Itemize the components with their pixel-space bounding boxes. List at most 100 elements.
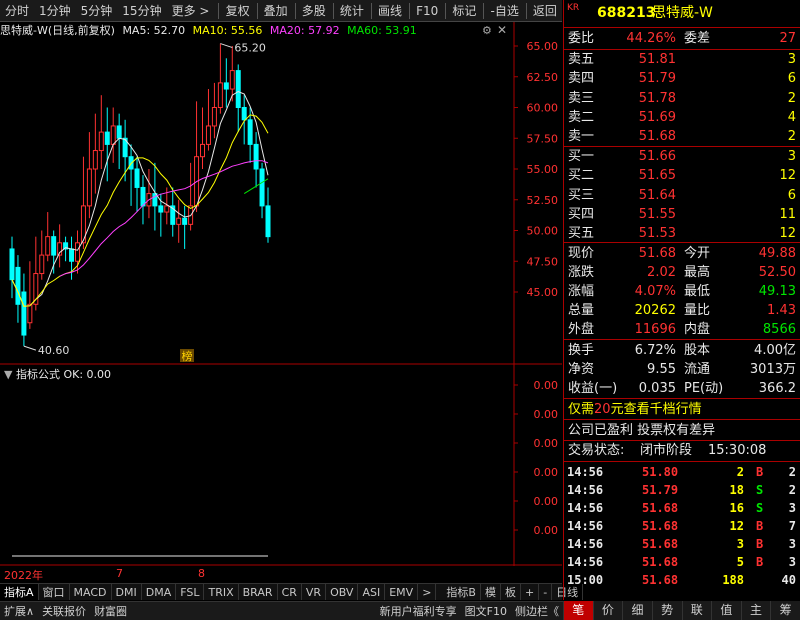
ask-row[interactable]: 卖五 51.81 3 [564,50,800,69]
candle-body[interactable] [98,131,104,152]
rtab-main[interactable]: 主 [740,601,771,620]
tab-window[interactable]: 窗口 [39,584,70,600]
candle-body[interactable] [253,143,259,170]
status-expand[interactable]: 扩展∧ [0,603,38,619]
toolbar-item-fuquan[interactable]: 复权 [221,0,255,22]
candle-body[interactable] [104,131,110,145]
candle-body[interactable] [229,70,235,90]
tab-dmi[interactable]: DMI [112,584,142,600]
rtab-linked[interactable]: 联 [681,601,712,620]
candle-body[interactable] [265,205,271,238]
tick-direction: S [756,483,764,497]
toolbar-item-more[interactable]: 更多 > [167,0,215,22]
candle-body[interactable] [241,107,247,121]
candle-body[interactable] [74,242,80,262]
candle-body[interactable] [158,205,164,213]
candle-body[interactable] [134,168,140,188]
candle-body[interactable] [211,107,217,127]
candle-body[interactable] [247,119,253,145]
fundamental-value: 366.2 [758,381,796,396]
toolbar-item-overlay[interactable]: 叠加 [259,0,293,22]
bid-label: 买五 [568,226,595,242]
status-f10[interactable]: 图文F10 [461,603,511,619]
rtab-trend[interactable]: 势 [651,601,682,620]
tab-vr[interactable]: VR [302,584,327,600]
tab-add[interactable]: + [521,584,540,600]
ask-row[interactable]: 卖三 51.78 2 [564,89,800,108]
candle-body[interactable] [116,125,122,139]
candle-body[interactable] [15,266,21,305]
tab-obv[interactable]: OBV [326,584,359,600]
toolbar-item-1min[interactable]: 1分钟 [34,0,76,22]
candle-body[interactable] [9,248,15,281]
ask-row[interactable]: 卖一 51.68 2 [564,127,800,146]
status-new-user-promo[interactable]: 新用户福利专享 [376,603,461,619]
promo-text[interactable]: 仅需20元查看千档行情 [568,400,702,419]
candle-body[interactable] [223,82,229,90]
tab-cr[interactable]: CR [278,584,302,600]
toolbar-item-multi[interactable]: 多股 [297,0,331,22]
toolbar-item-5min[interactable]: 5分钟 [76,0,118,22]
rtab-trades[interactable]: 笔 [563,601,593,620]
tab-remove[interactable]: - [539,584,553,600]
candle-body[interactable] [217,82,223,109]
bid-price: 51.64 [638,187,676,203]
bid-row[interactable]: 买一 51.66 3 [564,147,800,166]
candle-body[interactable] [140,186,146,207]
promo-row[interactable]: 仅需20元查看千档行情 [564,400,800,419]
candle-body[interactable] [92,150,98,170]
tab-brar[interactable]: BRAR [239,584,278,600]
status-wealth-circle[interactable]: 财富圈 [90,603,131,619]
rtab-chips[interactable]: 筹 [770,601,800,620]
candle-body[interactable] [110,125,116,145]
toolbar-item-f10[interactable]: F10 [411,0,443,22]
candle-body[interactable] [200,143,206,158]
toolbar-item-back[interactable]: 返回 [528,0,562,22]
tab-fsl[interactable]: FSL [176,584,205,600]
tab-more-arrow[interactable]: > [418,584,437,600]
toolbar-item-watchlist[interactable]: -自选 [485,0,523,22]
status-related-quote[interactable]: 关联报价 [38,603,90,619]
candle-body[interactable] [27,303,33,324]
candle-body[interactable] [69,248,75,262]
candle-body[interactable] [164,205,170,213]
ask-row[interactable]: 卖四 51.79 6 [564,69,800,88]
toolbar-item-15min[interactable]: 15分钟 [117,0,166,22]
toolbar-item-mark[interactable]: 标记 [447,0,481,22]
candle-body[interactable] [21,291,27,336]
rtab-value[interactable]: 值 [711,601,741,620]
tab-indicator-a[interactable]: 指标A [0,584,39,600]
tab-asi[interactable]: ASI [358,584,386,600]
candle-body[interactable] [259,168,265,207]
candle-body[interactable] [39,254,45,275]
tab-template[interactable]: 模 [481,584,501,600]
toolbar-item-stats[interactable]: 统计 [335,0,369,22]
tab-indicator-b[interactable]: 指标B [442,584,481,600]
ask-row[interactable]: 卖二 51.69 4 [564,108,800,127]
tab-macd[interactable]: MACD [70,584,112,600]
list-badge-label: 榜 [182,349,193,363]
bid-row[interactable]: 买五 51.53 12 [564,224,800,243]
sub-chevron-icon[interactable]: ▼ [4,368,12,381]
bid-row[interactable]: 买四 51.55 11 [564,205,800,224]
rtab-price[interactable]: 价 [592,601,623,620]
tab-dma[interactable]: DMA [142,584,177,600]
toolbar-item-fenshi[interactable]: 分时 [0,0,34,22]
stock-header: KR 688213 思特威-W [564,2,800,24]
toolbar-item-draw[interactable]: 画线 [373,0,407,22]
status-sidebar[interactable]: 侧边栏《 [511,603,563,619]
candle-body[interactable] [45,236,51,256]
kline-chart[interactable]: 65.00 62.50 60.00 57.50 55.00 52.50 50.00 47.50… [0,22,562,566]
bid-row[interactable]: 买二 51.65 12 [564,166,800,185]
rtab-detail[interactable]: 细 [622,601,652,620]
candle-body[interactable] [182,217,188,225]
bid-row[interactable]: 买三 51.64 6 [564,186,800,205]
candle-body[interactable] [205,125,211,145]
tab-trix[interactable]: TRIX [204,584,239,600]
candle-body[interactable] [235,70,241,108]
tab-emv[interactable]: EMV [385,584,419,600]
candle-body[interactable] [86,168,92,207]
tab-board[interactable]: 板 [501,584,521,600]
candle-body[interactable] [51,236,57,256]
candle-body[interactable] [176,217,182,225]
